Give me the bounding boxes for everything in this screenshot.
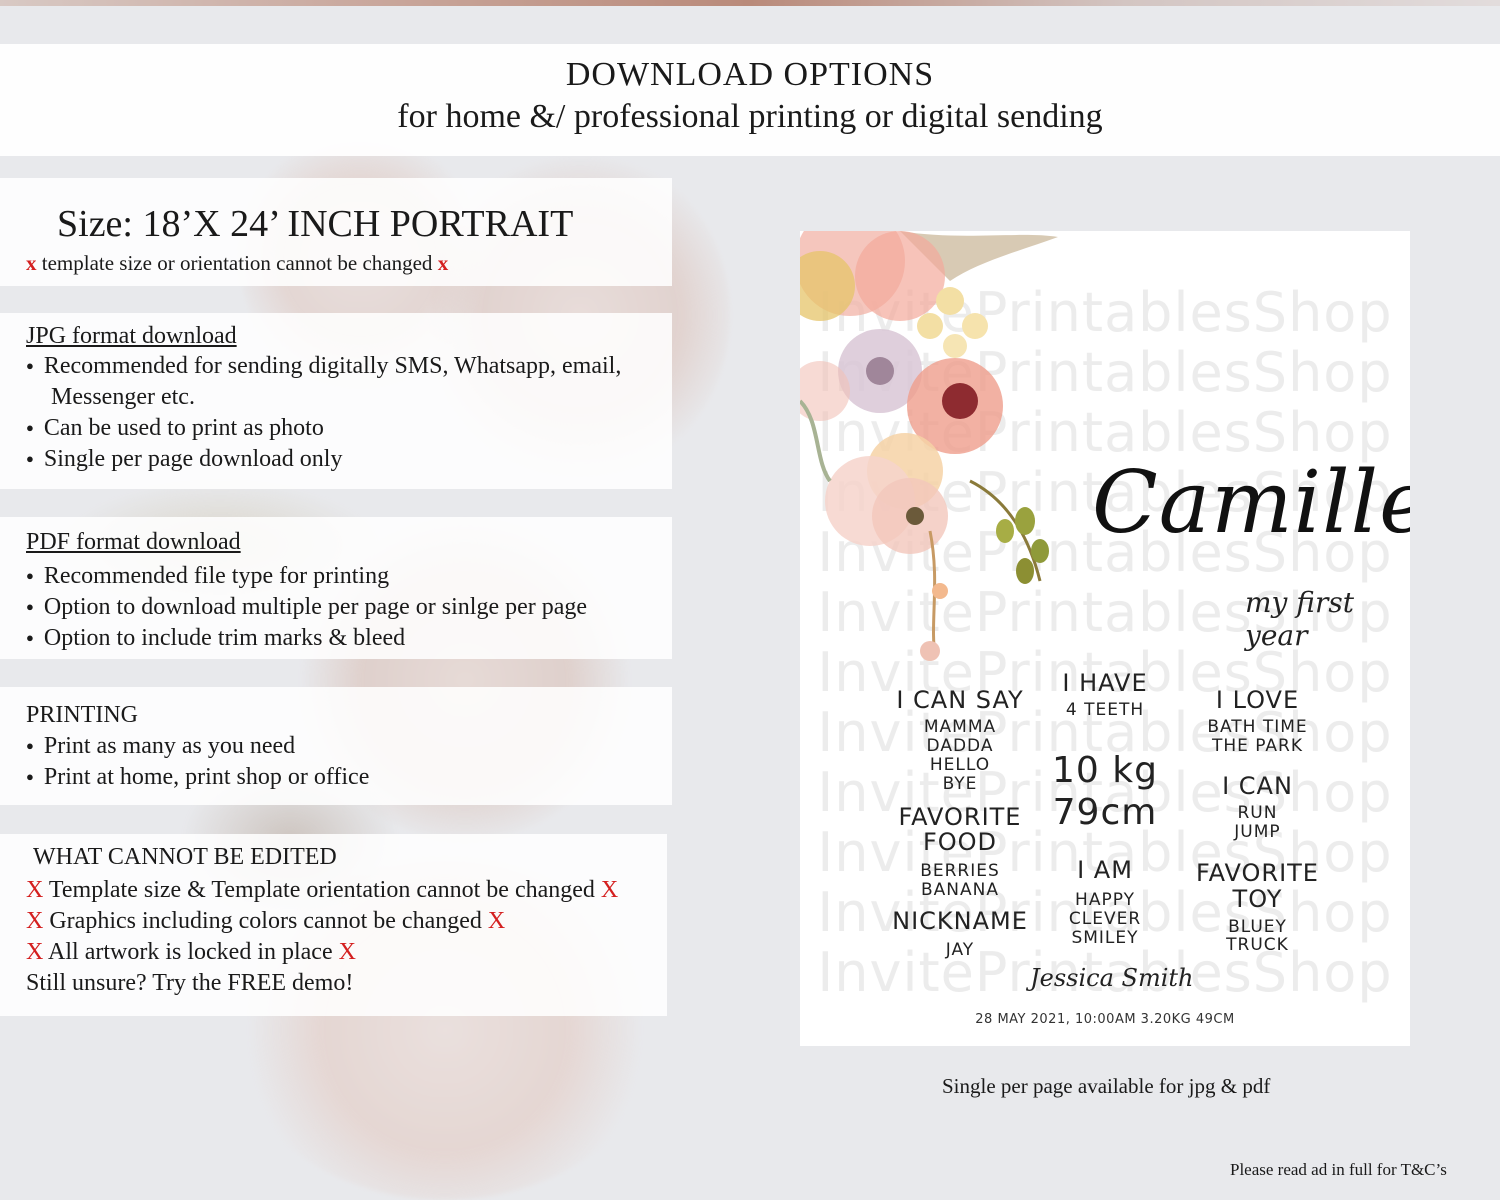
pdf-panel: PDF format download Recommended file typ… [0, 517, 672, 659]
top-image-strip [0, 0, 1500, 6]
free-demo-note: Still unsure? Try the FREE demo! [26, 970, 354, 996]
printing-panel: PRINTING Print as many as you need Print… [0, 687, 672, 805]
signature: Jessica Smith [1030, 964, 1194, 992]
i-am-item: SMILEY [1071, 928, 1139, 948]
have-value: 4 TEETH [1065, 700, 1145, 720]
jpg-heading: JPG format download [26, 323, 237, 349]
toy-item: TRUCK [1226, 935, 1289, 955]
red-x-icon: X [26, 877, 44, 903]
pdf-item: Option to download multiple per page or … [26, 594, 587, 621]
food-item: BANANA [921, 880, 999, 900]
red-x-icon: X [26, 939, 44, 965]
jpg-item: Recommended for sending digitally SMS, W… [26, 353, 621, 380]
love-heading: I LOVE [1215, 686, 1300, 714]
can-say-item: BYE [942, 774, 978, 794]
red-x-icon: X [600, 877, 619, 903]
header-band: DOWNLOAD OPTIONS for home &/ professiona… [0, 44, 1500, 156]
love-item: THE PARK [1211, 736, 1304, 756]
can-say-item: DADDA [926, 736, 994, 756]
poster-tagline: my first year [1245, 586, 1354, 652]
nickname-value: JAY [945, 940, 975, 960]
i-can-heading: I CAN [1222, 772, 1293, 800]
jpg-item: Can be used to print as photo [26, 415, 324, 442]
poster-preview: InvitePrintablesShop InvitePrintablesSho… [800, 231, 1410, 1046]
weight-value: 10 kg [1052, 750, 1158, 791]
page-title: DOWNLOAD OPTIONS [565, 56, 935, 93]
height-value: 79cm [1052, 792, 1158, 833]
birth-details: 28 MAY 2021, 10:00AM 3.20KG 49CM [975, 1012, 1235, 1027]
favorite-toy-heading: TOY [1232, 885, 1283, 913]
pdf-heading: PDF format download [26, 529, 241, 555]
i-am-heading: I AM [1077, 856, 1133, 884]
size-panel: Size: 18’X 24’ INCH PORTRAIT x template … [0, 178, 672, 286]
red-x-icon: x [26, 251, 37, 275]
i-am-item: HAPPY [1075, 890, 1135, 910]
favorite-food-heading: FAVORITE [898, 803, 1022, 831]
baby-name: Camille [1092, 453, 1410, 553]
red-x-icon: x [437, 251, 449, 275]
terms-note: Please read ad in full for T&C’s [1230, 1160, 1447, 1179]
can-say-item: MAMMA [923, 717, 997, 737]
poster-caption: Single per page available for jpg & pdf [942, 1074, 1271, 1098]
printing-item: Print at home, print shop or office [26, 764, 370, 791]
page-subtitle: for home &/ professional printing or dig… [397, 98, 1103, 135]
can-say-heading: I CAN SAY [896, 686, 1024, 714]
floral-illustration [800, 231, 1058, 661]
size-note-line: x template size or orientation cannot be… [26, 251, 448, 276]
red-x-icon: X [487, 908, 506, 934]
love-item: BATH TIME [1207, 717, 1308, 737]
cannot-edit-heading: WHAT CANNOT BE EDITED [33, 844, 337, 870]
favorite-toy-heading: FAVORITE [1196, 859, 1319, 887]
red-x-icon: X [26, 908, 44, 934]
size-title: Size: 18’X 24’ INCH PORTRAIT [57, 203, 574, 245]
i-can-item: JUMP [1234, 822, 1281, 842]
jpg-item-continued: Messenger etc. [51, 384, 195, 410]
cannot-edit-panel: WHAT CANNOT BE EDITED X Template size & … [0, 834, 667, 1016]
size-note: template size or orientation cannot be c… [41, 251, 433, 275]
can-say-item: HELLO [929, 755, 991, 775]
food-item: BERRIES [920, 861, 1000, 881]
printing-heading: PRINTING [26, 702, 138, 728]
jpg-item: Single per page download only [26, 446, 343, 473]
i-can-item: RUN [1237, 803, 1278, 823]
red-x-icon: X [338, 939, 356, 965]
cannot-edit-item: X Template size & Template orientation c… [26, 877, 618, 904]
printing-item: Print as many as you need [26, 733, 295, 760]
i-am-item: CLEVER [1068, 909, 1142, 929]
cannot-edit-text: Template size & Template orientation can… [48, 877, 595, 903]
cannot-edit-item: X All artwork is locked in place X [26, 939, 356, 966]
cannot-edit-item: X Graphics including colors cannot be ch… [26, 908, 505, 935]
nickname-heading: NICKNAME [892, 907, 1028, 935]
favorite-food-heading: FOOD [922, 828, 998, 856]
pdf-item: Recommended file type for printing [26, 563, 389, 590]
cannot-edit-text: All artwork is locked in place [48, 939, 333, 965]
have-heading: I HAVE [1062, 669, 1148, 697]
jpg-panel: JPG format download Recommended for send… [0, 313, 672, 489]
cannot-edit-text: Graphics including colors cannot be chan… [49, 908, 482, 934]
pdf-item: Option to include trim marks & bleed [26, 625, 405, 652]
